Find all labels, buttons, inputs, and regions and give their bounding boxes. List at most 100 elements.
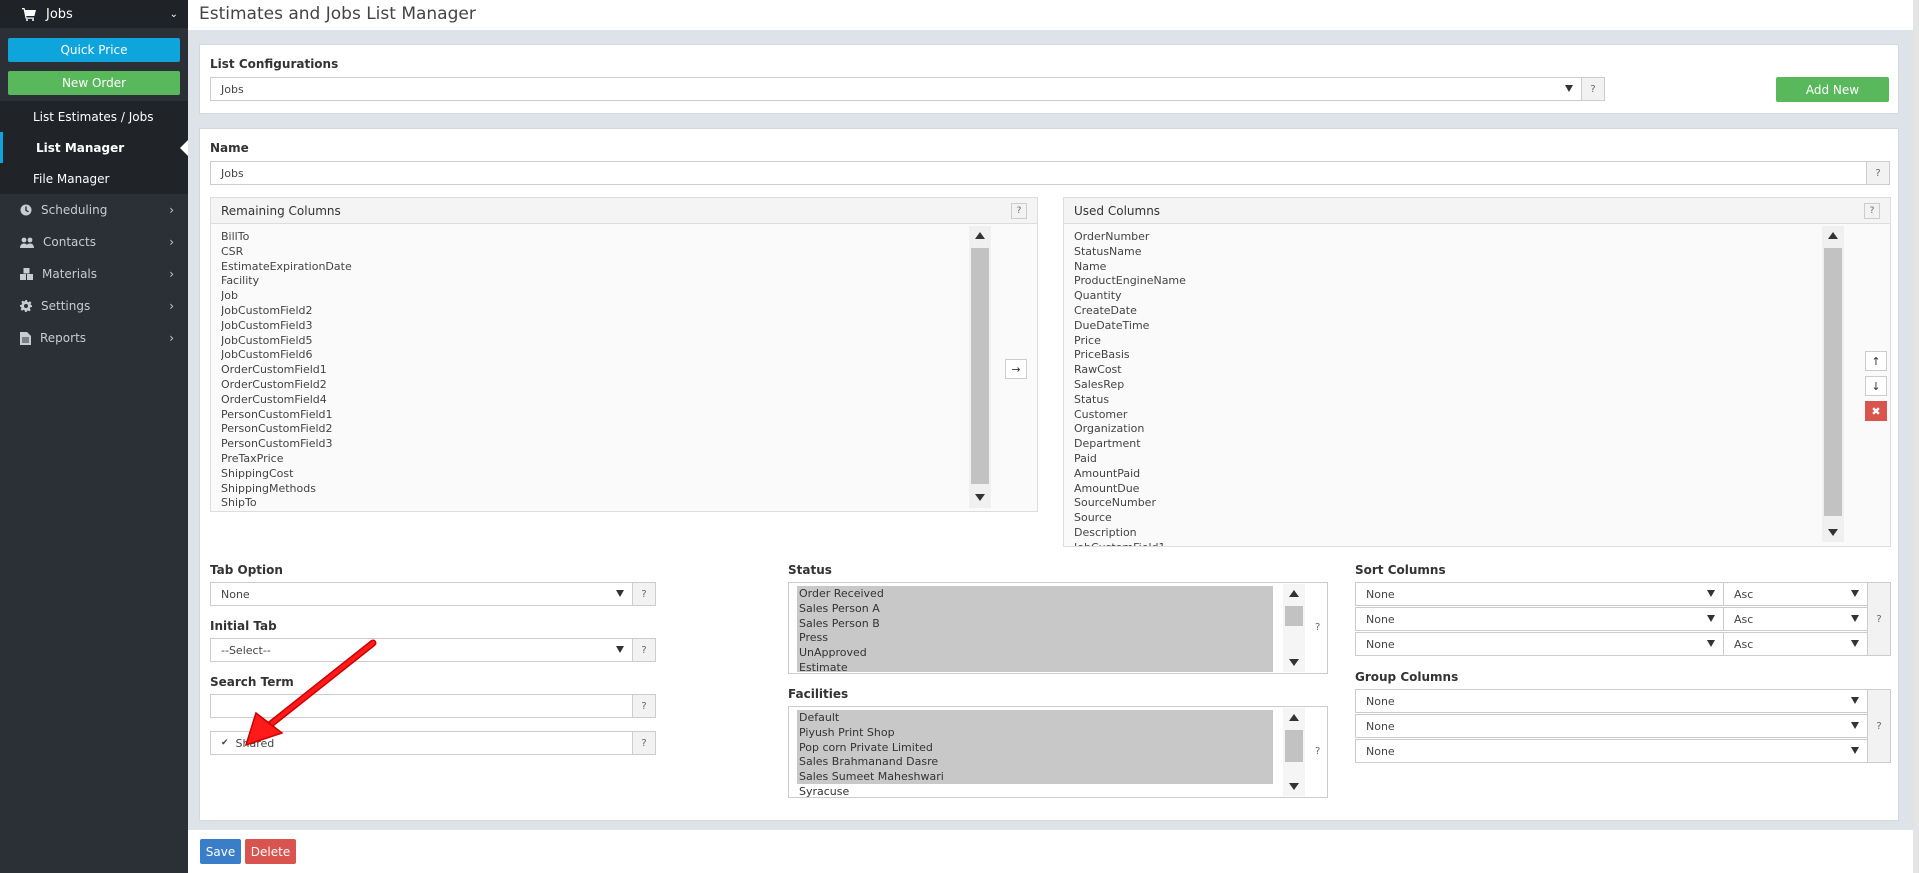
scroll-down-icon[interactable]	[1289, 659, 1299, 666]
sidebar-item-list-estimates-jobs[interactable]: List Estimates / Jobs	[0, 101, 188, 132]
remove-column-button[interactable]: ✖	[1865, 401, 1887, 421]
list-item[interactable]: ShippingMethods	[221, 482, 981, 497]
list-config-select[interactable]: Jobs	[210, 77, 1582, 101]
facilities-list[interactable]: Default Piyush Print Shop Pop corn Private…	[799, 711, 944, 800]
help-icon[interactable]: ?	[1866, 161, 1890, 185]
list-item[interactable]: OrderCustomField1	[221, 363, 981, 378]
scroll-down-icon[interactable]	[975, 494, 985, 501]
list-item[interactable]: OrderCustomField2	[221, 378, 981, 393]
list-item[interactable]: EstimateExpirationDate	[221, 260, 981, 275]
scroll-up-icon[interactable]	[1289, 714, 1299, 721]
list-item[interactable]: Quantity	[1074, 289, 1834, 304]
list-item[interactable]: PersonCustomField3	[221, 437, 981, 452]
scroll-thumb[interactable]	[1285, 606, 1303, 626]
tab-option-select[interactable]: None	[210, 582, 633, 606]
list-item[interactable]: PersonCustomField2	[221, 422, 981, 437]
list-item[interactable]: JobCustomField1	[1074, 541, 1834, 546]
list-item[interactable]: Syracuse	[799, 785, 944, 800]
help-icon[interactable]: ?	[1867, 582, 1891, 656]
sort-direction-select-3[interactable]: Asc	[1723, 632, 1868, 656]
group-column-select-1[interactable]: None	[1355, 689, 1868, 713]
help-icon[interactable]: ?	[1867, 689, 1891, 763]
delete-button[interactable]: Delete	[245, 839, 296, 864]
list-item[interactable]: Sales Brahmanand Dasre	[799, 755, 944, 770]
list-item[interactable]: ShipTo	[221, 496, 981, 510]
sort-column-select-2[interactable]: None	[1355, 607, 1724, 631]
sort-direction-select-1[interactable]: Asc	[1723, 582, 1868, 606]
list-item[interactable]: JobCustomField3	[221, 319, 981, 334]
list-item[interactable]: Press	[799, 631, 884, 646]
list-item[interactable]: CSR	[221, 245, 981, 260]
facilities-scrollbar[interactable]	[1283, 708, 1305, 796]
page-scrollbar[interactable]	[1913, 0, 1919, 873]
help-icon[interactable]: ?	[1581, 77, 1605, 101]
list-item[interactable]: ShippingCost	[221, 467, 981, 482]
sort-column-select-1[interactable]: None	[1355, 582, 1724, 606]
list-item[interactable]: UnApproved	[799, 646, 884, 661]
sidebar-item-list-manager[interactable]: List Manager	[0, 132, 188, 163]
used-scrollbar[interactable]	[1822, 226, 1844, 542]
list-item[interactable]: StatusName	[1074, 245, 1834, 260]
list-item[interactable]: OrderNumber	[1074, 230, 1834, 245]
help-icon[interactable]: ?	[632, 694, 656, 718]
list-item[interactable]: Name	[1074, 260, 1834, 275]
jobs-menu-header[interactable]: Jobs ⌄	[0, 0, 188, 28]
status-list[interactable]: Order Received Sales Person A Sales Person…	[799, 587, 884, 676]
list-item[interactable]: Piyush Print Shop	[799, 726, 944, 741]
sort-column-select-3[interactable]: None	[1355, 632, 1724, 656]
list-item[interactable]: Default	[799, 711, 944, 726]
shared-checkbox[interactable]: ✔	[221, 738, 229, 748]
new-order-button[interactable]: New Order	[8, 71, 180, 95]
add-new-button[interactable]: Add New	[1776, 77, 1889, 102]
list-item[interactable]: OrderCustomField4	[221, 393, 981, 408]
status-scrollbar[interactable]	[1283, 584, 1305, 672]
sidebar-item-materials[interactable]: Materials ›	[0, 258, 188, 290]
list-item[interactable]: Price	[1074, 334, 1834, 349]
list-item[interactable]: DueDateTime	[1074, 319, 1834, 334]
move-up-button[interactable]: ↑	[1865, 351, 1887, 371]
list-item[interactable]: Estimate	[799, 661, 884, 676]
scroll-up-icon[interactable]	[1828, 232, 1838, 239]
list-item[interactable]: AmountDue	[1074, 482, 1834, 497]
sidebar-item-settings[interactable]: Settings ›	[0, 290, 188, 322]
list-item[interactable]: JobCustomField5	[221, 334, 981, 349]
help-icon[interactable]: ?	[632, 582, 656, 606]
list-item[interactable]: RawCost	[1074, 363, 1834, 378]
scroll-thumb[interactable]	[971, 248, 989, 484]
sidebar-item-contacts[interactable]: Contacts ›	[0, 226, 188, 258]
scroll-up-icon[interactable]	[1289, 590, 1299, 597]
list-item[interactable]: Sales Person B	[799, 617, 884, 632]
sidebar-item-file-manager[interactable]: File Manager	[0, 163, 188, 194]
list-item[interactable]: Sales Sumeet Maheshwari	[799, 770, 944, 785]
list-item[interactable]: Facility	[221, 274, 981, 289]
move-down-button[interactable]: ↓	[1865, 376, 1887, 396]
scroll-down-icon[interactable]	[1289, 783, 1299, 790]
help-icon[interactable]: ?	[1315, 622, 1320, 633]
list-item[interactable]: PreTaxPrice	[221, 452, 981, 467]
list-item[interactable]: Job	[221, 289, 981, 304]
remaining-columns-list[interactable]: BillTo CSR EstimateExpirationDate Facility J…	[221, 230, 981, 510]
group-column-select-2[interactable]: None	[1355, 714, 1868, 738]
help-icon[interactable]: ?	[1315, 746, 1320, 757]
list-item[interactable]: AmountPaid	[1074, 467, 1834, 482]
name-input[interactable]: Jobs	[210, 161, 1867, 185]
list-item[interactable]: Sales Person A	[799, 602, 884, 617]
list-item[interactable]: Organization	[1074, 422, 1834, 437]
help-icon[interactable]: ?	[632, 638, 656, 662]
list-item[interactable]: Description	[1074, 526, 1834, 541]
help-icon[interactable]: ?	[632, 731, 656, 755]
list-item[interactable]: PriceBasis	[1074, 348, 1834, 363]
scroll-thumb[interactable]	[1285, 730, 1303, 762]
list-item[interactable]: JobCustomField6	[221, 348, 981, 363]
group-column-select-3[interactable]: None	[1355, 739, 1868, 763]
list-item[interactable]: Department	[1074, 437, 1834, 452]
help-icon[interactable]: ?	[1011, 203, 1027, 219]
list-item[interactable]: PersonCustomField1	[221, 408, 981, 423]
sidebar-item-scheduling[interactable]: Scheduling ›	[0, 194, 188, 226]
list-item[interactable]: Paid	[1074, 452, 1834, 467]
facilities-select[interactable]: Default Piyush Print Shop Pop corn Private…	[788, 706, 1328, 798]
list-item[interactable]: CreateDate	[1074, 304, 1834, 319]
list-item[interactable]: SalesRep	[1074, 378, 1834, 393]
help-icon[interactable]: ?	[1864, 203, 1880, 219]
list-item[interactable]: SourceNumber	[1074, 496, 1834, 511]
